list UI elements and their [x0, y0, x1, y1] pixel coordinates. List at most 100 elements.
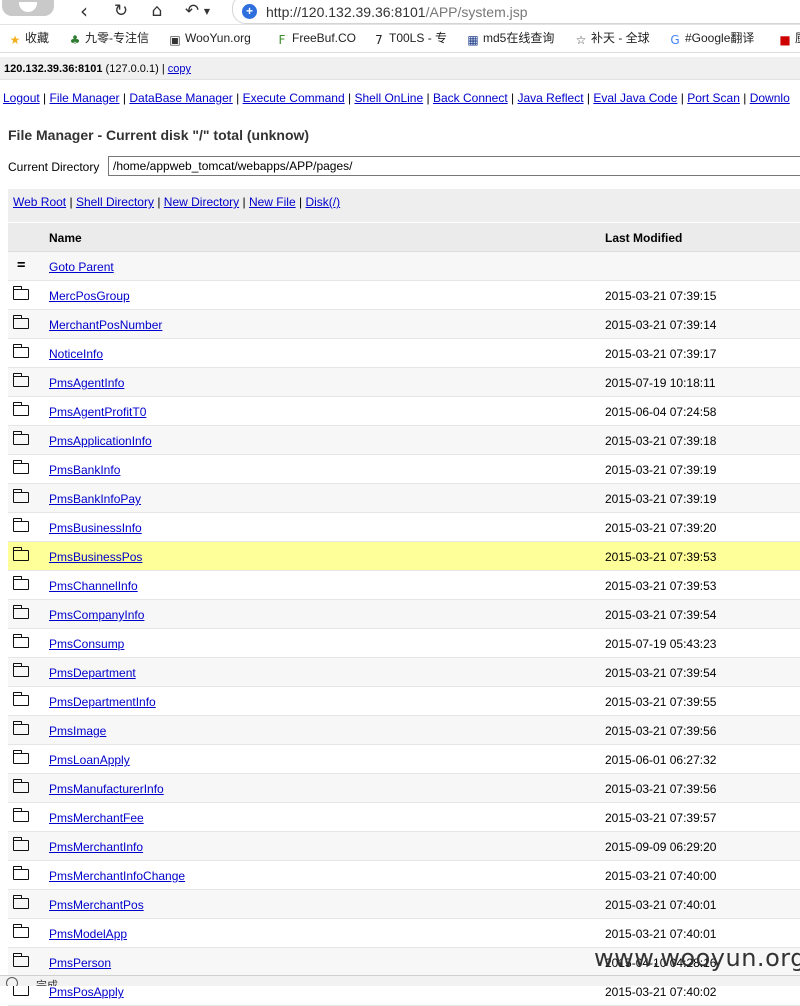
folder-icon-shape [13, 518, 29, 532]
folder-name-link[interactable]: PmsConsump [49, 637, 124, 651]
table-header: Name Last Modified [8, 223, 800, 252]
bookmark-item[interactable]: ■厨 [778, 30, 800, 47]
table-row[interactable]: PmsChannelInfo 2015-03-21 07:39:53 [8, 571, 800, 600]
bookmark-item[interactable]: 7 T00LS - 专 [372, 30, 447, 47]
table-row[interactable]: PmsApplicationInfo 2015-03-21 07:39:18 [8, 426, 800, 455]
folder-name-link[interactable]: PmsApplicationInfo [49, 434, 152, 448]
folder-name-link[interactable]: PmsDepartmentInfo [49, 695, 156, 709]
folder-name-link[interactable]: PmsPosApply [49, 985, 124, 999]
menu-separator: | [426, 91, 430, 105]
bookmark-item[interactable]: ♣ 九零-专注信 [68, 30, 149, 47]
home-icon[interactable]: ⌂ [145, 0, 169, 22]
folder-name-link[interactable]: PmsPerson [49, 956, 111, 970]
folder-name-link[interactable]: PmsMerchantFee [49, 811, 144, 825]
table-row[interactable]: PmsMerchantInfo 2015-09-09 06:29:20 [8, 832, 800, 861]
goto-parent-link[interactable]: Goto Parent [49, 260, 114, 274]
menu-link-eval-java-code[interactable]: Eval Java Code [593, 91, 677, 105]
table-row[interactable]: PmsBankInfo 2015-03-21 07:39:19 [8, 455, 800, 484]
folder-name-link[interactable]: PmsAgentProfitT0 [49, 405, 146, 419]
current-directory-input[interactable] [108, 156, 800, 176]
folder-name-link[interactable]: PmsLoanApply [49, 753, 130, 767]
bookmark-item[interactable]: ▣ WooYun.org [168, 30, 251, 47]
menu-link-execute-command[interactable]: Execute Command [243, 91, 345, 105]
folder-name-link[interactable]: PmsDepartment [49, 666, 136, 680]
folder-name-link[interactable]: PmsMerchantInfoChange [49, 869, 185, 883]
menu-link-back-connect[interactable]: Back Connect [433, 91, 508, 105]
turtle-icon: ♣ [69, 33, 81, 47]
folder-icon-shape [13, 895, 29, 909]
folder-icon [13, 547, 31, 562]
folder-name-link[interactable]: PmsBankInfoPay [49, 492, 141, 506]
bookmark-label: 九零-专注信 [85, 31, 149, 45]
bookmark-item[interactable]: ☆ 补天 - 全球 [574, 30, 650, 47]
folder-icon [13, 634, 31, 649]
table-row[interactable]: PmsAgentInfo 2015-07-19 10:18:11 [8, 368, 800, 397]
reload-icon[interactable]: ↻ [109, 0, 133, 22]
shortcut-link-new-directory[interactable]: New Directory [164, 195, 239, 209]
menu-link-logout[interactable]: Logout [3, 91, 40, 105]
folder-name-link[interactable]: PmsBusinessPos [49, 550, 142, 564]
bookmark-item[interactable]: ★ 收藏 [8, 30, 49, 47]
shortcut-link-disk[interactable]: Disk(/) [305, 195, 340, 209]
table-row[interactable]: PmsCompanyInfo 2015-03-21 07:39:54 [8, 600, 800, 629]
folder-name-link[interactable]: PmsMerchantInfo [49, 840, 143, 854]
bookmark-item[interactable]: G #Google翻译 [668, 30, 755, 47]
table-row[interactable]: NoticeInfo 2015-03-21 07:39:17 [8, 339, 800, 368]
last-modified: 2015-03-21 07:40:01 [605, 898, 717, 912]
table-row[interactable]: PmsMerchantFee 2015-03-21 07:39:57 [8, 803, 800, 832]
folder-name-link[interactable]: PmsAgentInfo [49, 376, 124, 390]
shortcut-link-shell-directory[interactable]: Shell Directory [76, 195, 154, 209]
url-text[interactable]: http://120.132.39.36:8101/APP/system.jsp [266, 4, 528, 20]
menu-link-java-reflect[interactable]: Java Reflect [518, 91, 584, 105]
folder-name-link[interactable]: PmsChannelInfo [49, 579, 138, 593]
folder-icon [13, 692, 31, 707]
browser-menu-icon[interactable] [2, 0, 54, 16]
folder-name-link[interactable]: NoticeInfo [49, 347, 103, 361]
shortcut-link-web-root[interactable]: Web Root [13, 195, 66, 209]
goto-parent-row[interactable]: = Goto Parent [8, 252, 800, 281]
bookmark-item[interactable]: F FreeBuf.CO [275, 30, 356, 47]
table-row[interactable]: PmsBusinessPos 2015-03-21 07:39:53 [8, 542, 800, 571]
folder-name-link[interactable]: PmsCompanyInfo [49, 608, 144, 622]
menu-link-database-manager[interactable]: DataBase Manager [129, 91, 232, 105]
table-row[interactable]: PmsMerchantPos 2015-03-21 07:40:01 [8, 890, 800, 919]
folder-name-link[interactable]: PmsBusinessInfo [49, 521, 142, 535]
last-modified: 2015-03-21 07:39:14 [605, 318, 717, 332]
last-modified: 2015-03-21 07:39:54 [605, 666, 717, 680]
menu-link-file-manager[interactable]: File Manager [50, 91, 120, 105]
bookmark-label: #Google翻译 [685, 31, 755, 45]
butian-icon: ☆ [575, 33, 587, 47]
folder-name-link[interactable]: PmsManufacturerInfo [49, 782, 164, 796]
menu-separator: | [236, 91, 240, 105]
table-row[interactable]: PmsImage 2015-03-21 07:39:56 [8, 716, 800, 745]
table-row[interactable]: PmsConsump 2015-07-19 05:43:23 [8, 629, 800, 658]
copy-link[interactable]: copy [168, 63, 191, 75]
table-row[interactable]: PmsMerchantInfoChange 2015-03-21 07:40:00 [8, 861, 800, 890]
table-row[interactable]: PmsLoanApply 2015-06-01 06:27:32 [8, 745, 800, 774]
folder-name-link[interactable]: PmsModelApp [49, 927, 127, 941]
table-row[interactable]: PmsManufacturerInfo 2015-03-21 07:39:56 [8, 774, 800, 803]
menu-link-downlo[interactable]: Downlo [750, 91, 790, 105]
address-bar[interactable]: + http://120.132.39.36:8101/APP/system.j… [232, 0, 800, 24]
folder-name-link[interactable]: PmsMerchantPos [49, 898, 144, 912]
menu-link-shell-online[interactable]: Shell OnLine [354, 91, 423, 105]
table-row[interactable]: PmsDepartment 2015-03-21 07:39:54 [8, 658, 800, 687]
menu-link-port-scan[interactable]: Port Scan [687, 91, 740, 105]
current-directory-label: Current Directory [8, 160, 100, 174]
table-row[interactable]: PmsDepartmentInfo 2015-03-21 07:39:55 [8, 687, 800, 716]
table-row[interactable]: PmsBusinessInfo 2015-03-21 07:39:20 [8, 513, 800, 542]
folder-name-link[interactable]: PmsImage [49, 724, 106, 738]
bookmark-item[interactable]: ▦ md5在线查询 [466, 30, 554, 47]
folder-name-link[interactable]: MercPosGroup [49, 289, 130, 303]
table-row[interactable]: PmsBankInfoPay 2015-03-21 07:39:19 [8, 484, 800, 513]
table-row[interactable]: MerchantPosNumber 2015-03-21 07:39:14 [8, 310, 800, 339]
table-row[interactable]: PmsAgentProfitT0 2015-06-04 07:24:58 [8, 397, 800, 426]
parent-directory-icon: = [17, 257, 26, 273]
last-modified: 2015-03-21 07:39:53 [605, 550, 717, 564]
folder-name-link[interactable]: MerchantPosNumber [49, 318, 162, 332]
shortcut-link-new-file[interactable]: New File [249, 195, 296, 209]
chevron-down-icon[interactable]: ▼ [200, 0, 214, 22]
back-arrow-icon[interactable]: ‹ [72, 0, 96, 23]
table-row[interactable]: MercPosGroup 2015-03-21 07:39:15 [8, 281, 800, 310]
folder-name-link[interactable]: PmsBankInfo [49, 463, 120, 477]
